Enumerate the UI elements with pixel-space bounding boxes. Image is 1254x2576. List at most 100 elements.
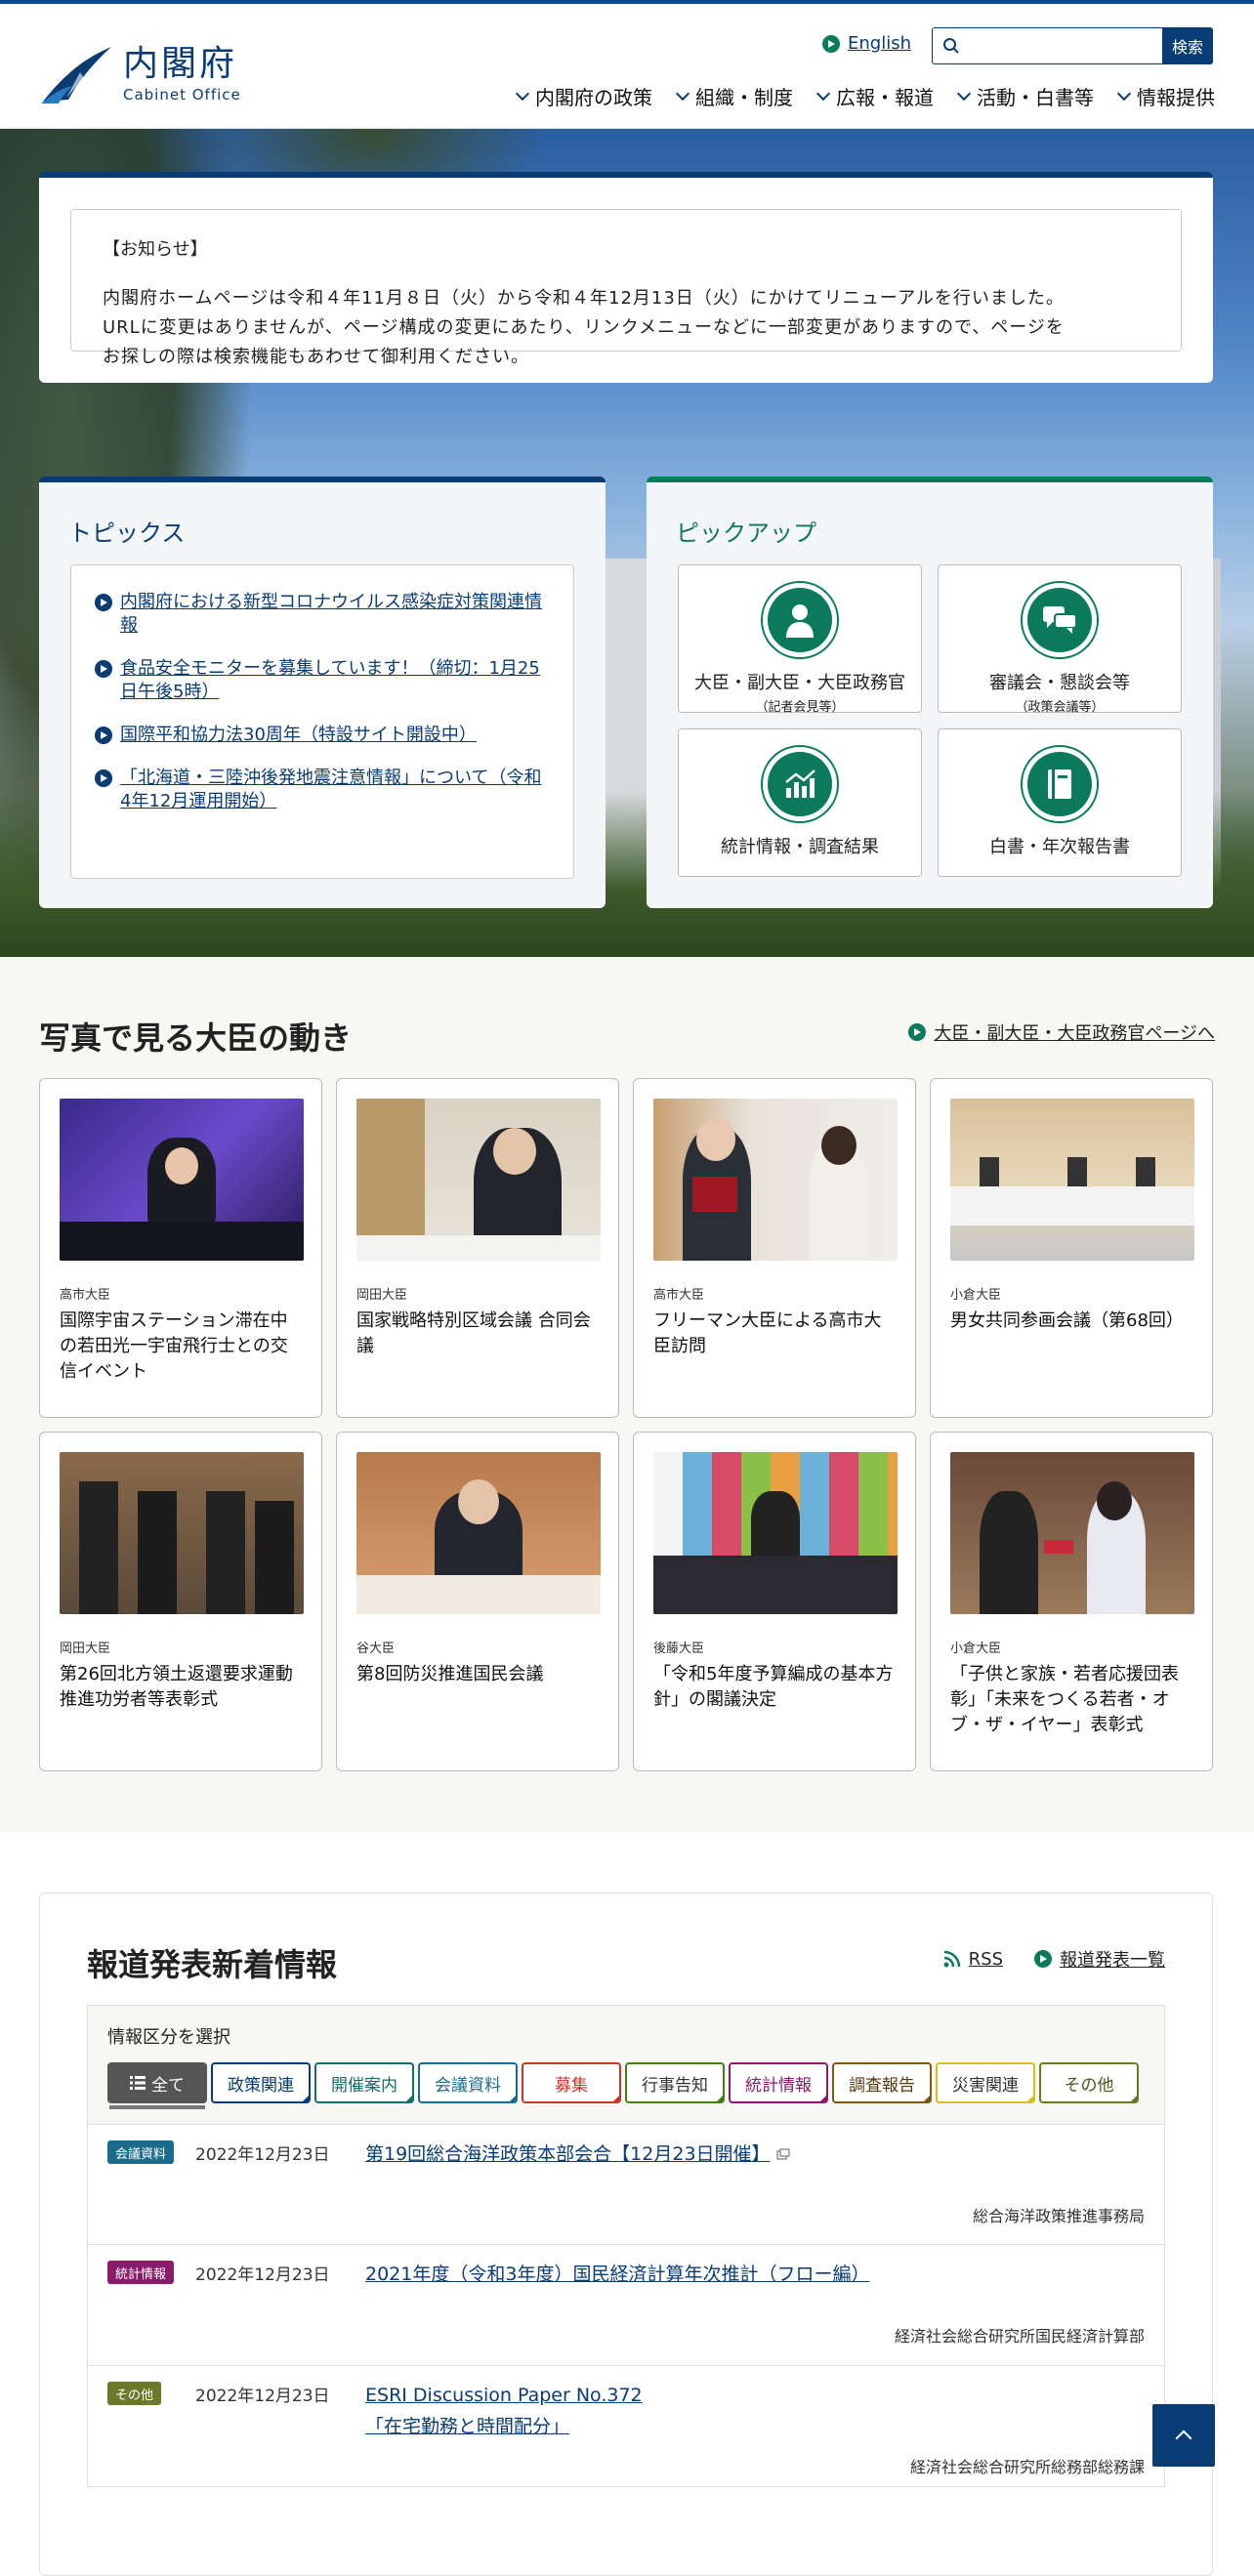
filter-all[interactable]: 全て <box>107 2062 207 2109</box>
arrow-circle-icon <box>822 34 840 53</box>
photo-card[interactable]: 小倉大臣 「子供と家族・若者応援団表彰」「未来をつくる若者・オブ・ザ・イヤー」表… <box>930 1432 1213 1771</box>
back-to-top-button[interactable] <box>1152 2404 1215 2467</box>
person-icon <box>768 588 832 652</box>
nav-activities[interactable]: 活動・白書等 <box>956 82 1094 110</box>
topic-link[interactable]: 「北海道・三陸沖後発地震注意情報」について（令和4年12月運用開始） <box>95 767 550 813</box>
pickup-icon-ring <box>1021 745 1099 823</box>
pickup-icon-ring <box>761 745 839 823</box>
release-date: 2022年12月23日 <box>195 2387 330 2406</box>
corner-mark-icon <box>924 2096 930 2101</box>
english-link[interactable]: English <box>822 33 911 54</box>
card-title: フリーマン大臣による高市大臣訪問 <box>653 1310 882 1356</box>
chevron-down-icon <box>515 86 530 101</box>
release-title-link[interactable]: 第19回総合海洋政策本部会合【12月23日開催】 <box>365 2139 790 2170</box>
site-header: 内閣府 Cabinet Office English 検索 内閣府の政策 組織・… <box>0 4 1254 129</box>
filter-event-notice[interactable]: 開催案内 <box>314 2062 414 2103</box>
pickup-whitepapers[interactable]: 白書・年次報告書 <box>938 728 1182 877</box>
filter-event[interactable]: 行事告知 <box>625 2062 725 2103</box>
photo-card[interactable]: 小倉大臣 男女共同参画会議（第68回） <box>930 1078 1213 1418</box>
corner-mark-icon <box>820 2096 826 2101</box>
photo-thumbnail <box>653 1099 898 1261</box>
topic-link[interactable]: 食品安全モニターを募集しています！（締切：1月25日午後5時） <box>95 657 550 704</box>
filter-label: 行事告知 <box>642 2075 708 2096</box>
category-badge: 会議資料 <box>107 2140 175 2164</box>
filter-label: 統計情報 <box>745 2075 812 2096</box>
filter-policy[interactable]: 政策関連 <box>211 2062 311 2103</box>
logo-text: 内閣府 Cabinet Office <box>123 45 241 104</box>
pickup-label: 審議会・懇談会等 <box>989 673 1130 693</box>
search-button[interactable]: 検索 <box>1162 27 1213 64</box>
filter-label: 会議資料 <box>435 2075 501 2096</box>
nav-policies[interactable]: 内閣府の政策 <box>515 82 652 110</box>
filter-other[interactable]: その他 <box>1039 2062 1139 2103</box>
press-release-section: 報道発表新着情報 RSS 報道発表一覧 情報区分を選択 全て 政策関連 開催案内… <box>39 1892 1213 2576</box>
press-links: RSS 報道発表一覧 <box>943 1946 1165 1972</box>
minister-name: 谷大臣 <box>356 1641 396 1656</box>
nav-organization[interactable]: 組織・制度 <box>675 82 793 110</box>
nav-information[interactable]: 情報提供 <box>1116 82 1215 110</box>
release-bureau: 経済社会総合研究所国民経済計算部 <box>894 2327 1145 2346</box>
filter-survey-report[interactable]: 調査報告 <box>832 2062 932 2103</box>
photo-thumbnail <box>653 1452 898 1614</box>
global-nav: 内閣府の政策 組織・制度 広報・報道 活動・白書等 情報提供 <box>492 82 1215 110</box>
minister-name: 後藤大臣 <box>653 1641 705 1656</box>
topics-panel: トピックス 内閣府における新型コロナウイルス感染症対策関連情報 食品安全モニター… <box>39 477 606 908</box>
topic-label: 国際平和協力法30周年（特設サイト開設中） <box>120 725 477 745</box>
press-list-link[interactable]: 報道発表一覧 <box>1034 1946 1165 1972</box>
corner-mark-icon <box>717 2096 723 2101</box>
filter-disaster[interactable]: 災害関連 <box>936 2062 1035 2103</box>
release-bureau: 総合海洋政策推進事務局 <box>972 2207 1145 2225</box>
photo-thumbnail <box>60 1099 304 1261</box>
press-release-item: 会議資料 2022年12月23日 第19回総合海洋政策本部会合【12月23日開催… <box>87 2124 1165 2245</box>
link-label: 大臣・副大臣・大臣政務官ページへ <box>934 1023 1215 1044</box>
release-date: 2022年12月23日 <box>195 2265 330 2285</box>
photo-card[interactable]: 後藤大臣 「令和5年度予算編成の基本方針」の閣議決定 <box>633 1432 916 1771</box>
filter-recruitment[interactable]: 募集 <box>522 2062 621 2103</box>
site-logo[interactable]: 内閣府 Cabinet Office <box>39 43 241 105</box>
card-title: 第26回北方領土返還要求運動推進功労者等表彰式 <box>60 1664 293 1710</box>
filter-label: 全て <box>151 2075 185 2096</box>
filter-buttons: 全て 政策関連 開催案内 会議資料 募集 行事告知 統計情報 調査報告 災害関連… <box>107 2062 1145 2109</box>
photo-card[interactable]: 岡田大臣 第26回北方領土返還要求運動推進功労者等表彰式 <box>39 1432 322 1771</box>
logo-english: Cabinet Office <box>123 86 241 104</box>
search-icon <box>943 38 959 54</box>
photo-card[interactable]: 高市大臣 国際宇宙ステーション滞在中の若田光一宇宙飛行士との交信イベント <box>39 1078 322 1418</box>
press-release-item: その他 2022年12月23日 ESRI Discussion Paper No… <box>87 2366 1165 2487</box>
release-title-link[interactable]: ESRI Discussion Paper No.372 「在宅勤務と時間配分」 <box>365 2380 643 2442</box>
photo-card[interactable]: 高市大臣 フリーマン大臣による高市大臣訪問 <box>633 1078 916 1418</box>
search-input[interactable] <box>933 28 1162 63</box>
card-title: 国際宇宙ステーション滞在中の若田光一宇宙飛行士との交信イベント <box>60 1310 288 1382</box>
topic-link[interactable]: 内閣府における新型コロナウイルス感染症対策関連情報 <box>95 591 550 638</box>
chat-icon <box>1027 588 1092 652</box>
press-release-item: 統計情報 2022年12月23日 2021年度（令和3年度）国民経済計算年次推計… <box>87 2245 1165 2366</box>
filter-meeting-material[interactable]: 会議資料 <box>418 2062 518 2103</box>
release-subtitle: 「在宅勤務と時間配分」 <box>365 2416 570 2437</box>
nav-press[interactable]: 広報・報道 <box>815 82 934 110</box>
release-title: ESRI Discussion Paper No.372 <box>365 2385 643 2406</box>
photo-card[interactable]: 岡田大臣 国家戦略特別区域会議 合同会議 <box>336 1078 619 1418</box>
rss-link[interactable]: RSS <box>943 1946 1003 1972</box>
arrow-circle-icon <box>1034 1950 1052 1968</box>
filter-label: その他 <box>1064 2075 1114 2096</box>
photo-thumbnail <box>356 1452 601 1614</box>
filter-label: 調査報告 <box>849 2075 915 2096</box>
topic-link[interactable]: 国際平和協力法30周年（特設サイト開設中） <box>95 724 550 747</box>
pickup-ministers[interactable]: 大臣・副大臣・大臣政務官 （記者会見等） <box>678 564 922 715</box>
filter-label: 開催案内 <box>331 2075 397 2096</box>
corner-mark-icon <box>510 2096 516 2101</box>
minister-name: 岡田大臣 <box>356 1288 408 1303</box>
pickup-label: 統計情報・調査結果 <box>721 837 879 857</box>
chevron-down-icon <box>1116 86 1132 101</box>
ministers-page-link[interactable]: 大臣・副大臣・大臣政務官ページへ <box>908 1019 1215 1045</box>
pickup-councils[interactable]: 審議会・懇談会等 （政策会議等） <box>938 564 1182 715</box>
card-title: 「子供と家族・若者応援団表彰」「未来をつくる若者・オブ・ザ・イヤー」表彰式 <box>950 1664 1179 1735</box>
filter-label: 募集 <box>555 2075 588 2096</box>
english-link-label: English <box>848 33 911 54</box>
photo-card[interactable]: 谷大臣 第8回防災推進国民会議 <box>336 1432 619 1771</box>
filter-statistics[interactable]: 統計情報 <box>729 2062 828 2103</box>
notice-title: 【お知らせ】 <box>103 239 208 260</box>
pickup-statistics[interactable]: 統計情報・調査結果 <box>678 728 922 877</box>
corner-mark-icon <box>303 2096 309 2101</box>
notice-body: 内閣府ホームページは令和４年11月８日（火）から令和４年12月13日（火）にかけ… <box>103 284 1150 372</box>
release-title-link[interactable]: 2021年度（令和3年度）国民経済計算年次推計（フロー編） <box>365 2259 869 2290</box>
